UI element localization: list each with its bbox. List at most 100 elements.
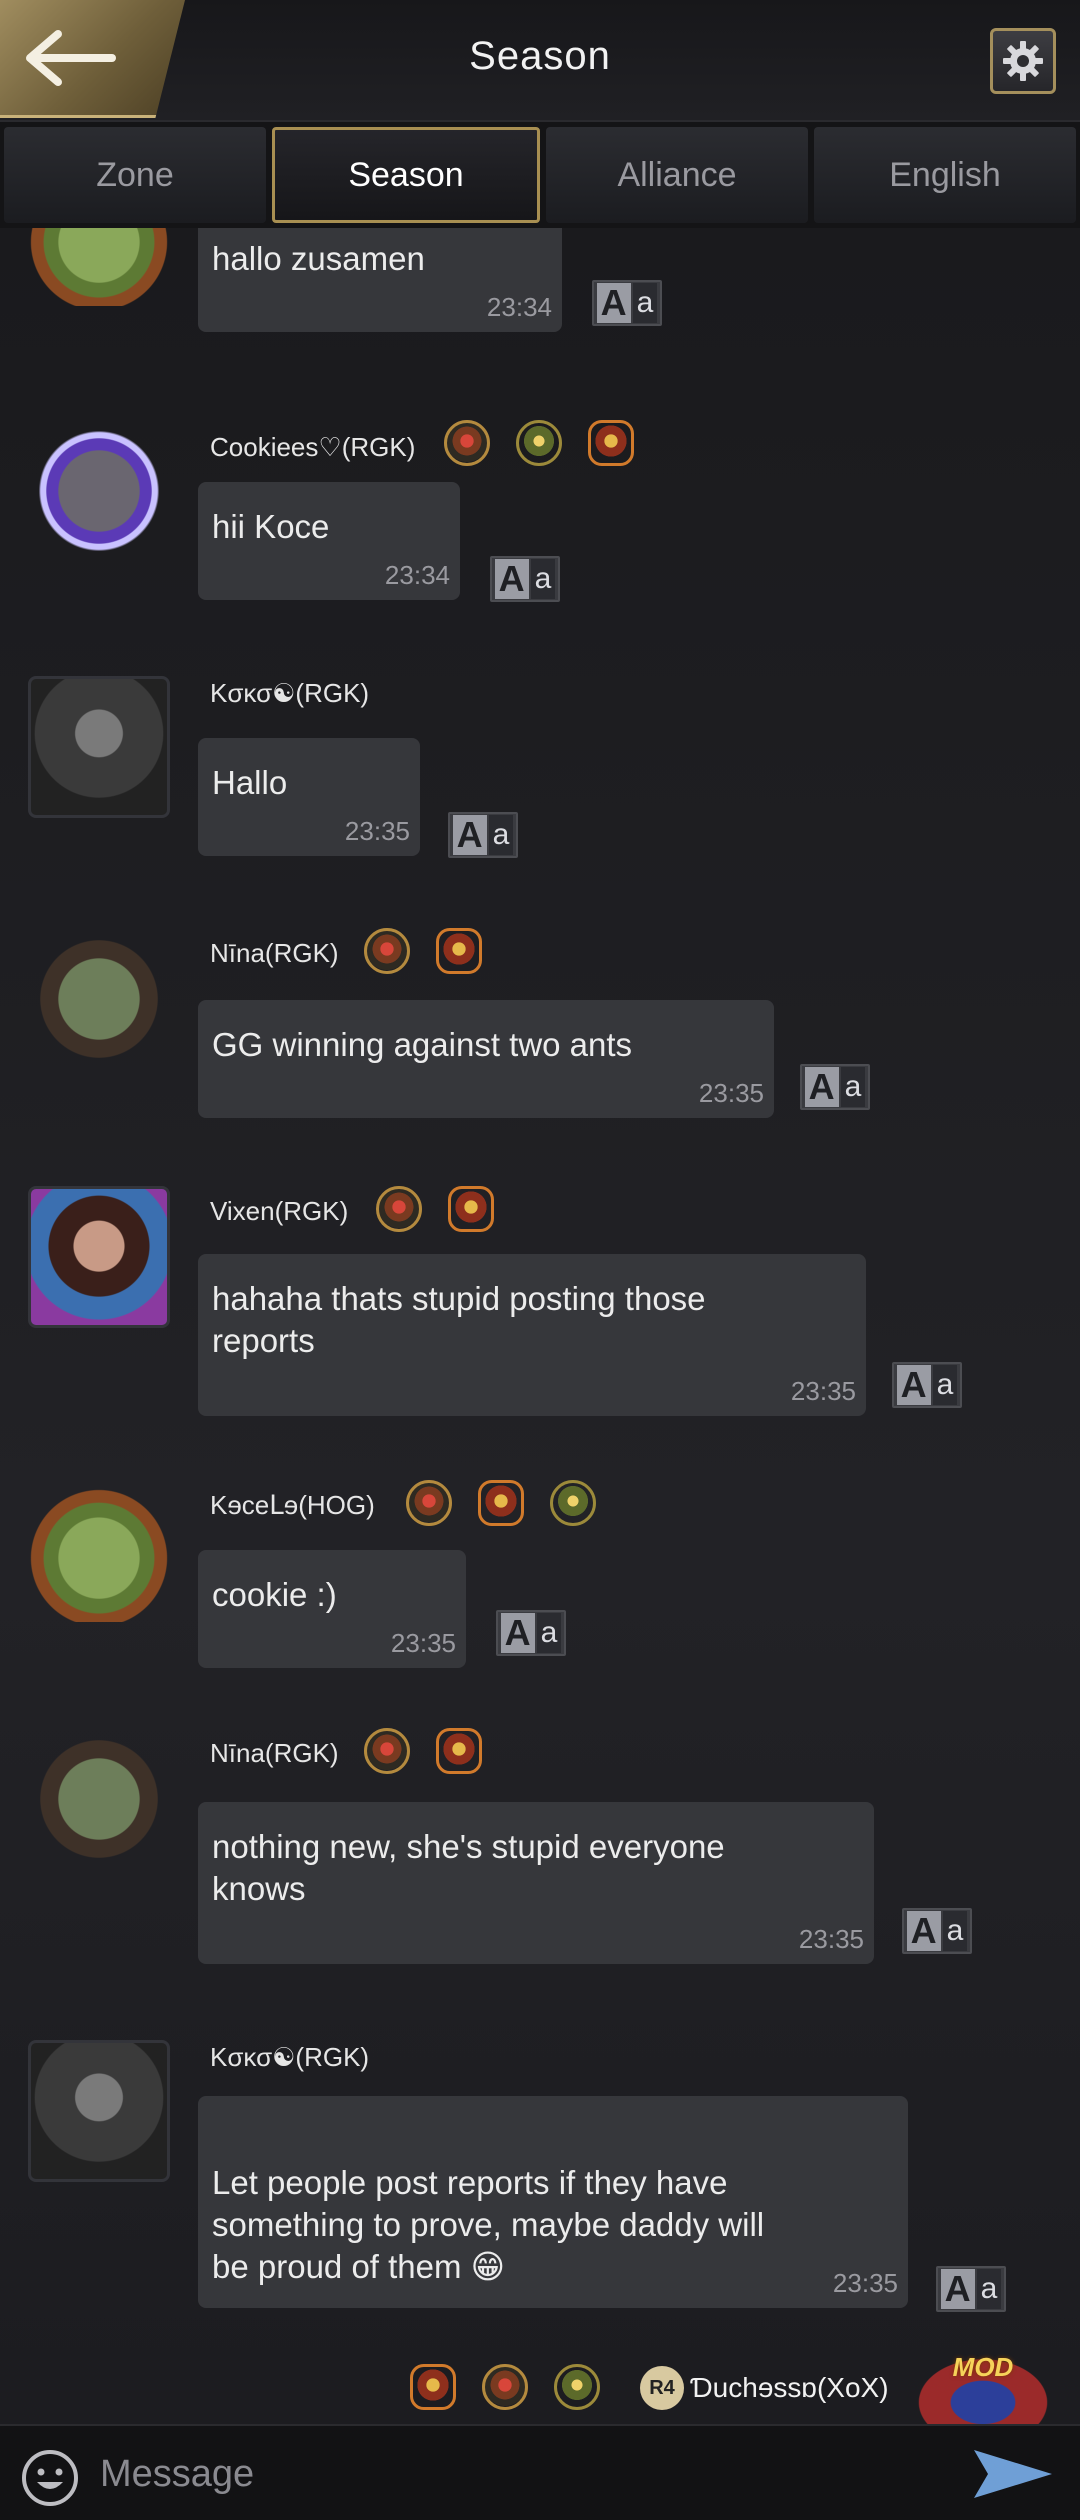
message-text: Let people post reports if they have som… bbox=[212, 2164, 765, 2285]
emoji-button[interactable] bbox=[20, 2448, 80, 2513]
message-bubble[interactable]: hahaha thats stupid posting those report… bbox=[198, 1254, 866, 1416]
medal-icon[interactable] bbox=[444, 420, 490, 466]
avatar[interactable] bbox=[28, 1480, 170, 1622]
badge-list bbox=[410, 2364, 600, 2410]
message-bubble[interactable]: hallo zusamen 23:34 bbox=[198, 228, 562, 332]
medal-icon[interactable] bbox=[482, 2364, 528, 2410]
gear-icon bbox=[1003, 41, 1043, 81]
settings-button[interactable] bbox=[990, 28, 1056, 94]
translate-icon-small: a bbox=[932, 1365, 958, 1405]
medal-icon[interactable] bbox=[406, 1480, 452, 1526]
tab-season[interactable]: Season bbox=[272, 127, 540, 223]
translate-button[interactable]: Aa bbox=[592, 280, 662, 326]
page-title: Season bbox=[469, 34, 611, 78]
translate-icon: A bbox=[906, 1911, 941, 1951]
translate-icon: A bbox=[596, 283, 631, 323]
medal-icon[interactable] bbox=[364, 928, 410, 974]
message-text: cookie :) bbox=[212, 1576, 337, 1613]
medal-icon[interactable] bbox=[448, 1186, 494, 1232]
translate-button[interactable]: Aa bbox=[936, 2266, 1006, 2312]
message-text: hallo zusamen bbox=[212, 240, 425, 277]
medal-icon[interactable] bbox=[478, 1480, 524, 1526]
smiley-icon bbox=[22, 2450, 78, 2506]
medal-icon[interactable] bbox=[436, 1728, 482, 1774]
message-bubble[interactable]: Let people post reports if they have som… bbox=[198, 2096, 908, 2308]
chat-messages[interactable]: hallo zusamen 23:34 Aa Cookiees♡(RGK) hi… bbox=[0, 228, 1080, 2424]
medal-icon[interactable] bbox=[588, 420, 634, 466]
translate-icon-small: a bbox=[632, 283, 658, 323]
badge-list bbox=[376, 1186, 494, 1232]
badge-list bbox=[444, 420, 634, 466]
top-bar: Season bbox=[0, 0, 1080, 122]
message-bubble[interactable]: cookie :) 23:35 bbox=[198, 1550, 466, 1668]
translate-icon-small: a bbox=[530, 559, 556, 599]
avatar[interactable] bbox=[28, 2040, 170, 2182]
badge-list bbox=[364, 928, 482, 974]
translate-button[interactable]: Aa bbox=[902, 1908, 972, 1954]
medal-icon[interactable] bbox=[550, 1480, 596, 1526]
medal-icon[interactable] bbox=[364, 1728, 410, 1774]
badge-list bbox=[364, 1728, 482, 1774]
medal-icon[interactable] bbox=[436, 928, 482, 974]
message-time: 23:34 bbox=[384, 560, 450, 590]
translate-icon: A bbox=[494, 559, 529, 599]
tab-alliance[interactable]: Alliance bbox=[546, 127, 808, 223]
message-input-bar bbox=[0, 2424, 1080, 2520]
rank-badge: R4 bbox=[640, 2366, 684, 2410]
translate-button[interactable]: Aa bbox=[448, 812, 518, 858]
translate-button[interactable]: Aa bbox=[496, 1610, 566, 1656]
avatar[interactable] bbox=[28, 420, 170, 562]
badge-list bbox=[406, 1480, 596, 1526]
avatar[interactable] bbox=[28, 228, 170, 306]
message-text: GG winning against two ants bbox=[212, 1026, 633, 1063]
message-time: 23:34 bbox=[486, 292, 552, 322]
username[interactable]: Vixen(RGK) bbox=[210, 1196, 348, 1227]
translate-icon-small: a bbox=[976, 2269, 1002, 2309]
translate-button[interactable]: Aa bbox=[892, 1362, 962, 1408]
message-time: 23:35 bbox=[698, 1078, 764, 1108]
translate-button[interactable]: Aa bbox=[490, 556, 560, 602]
translate-icon: A bbox=[452, 815, 487, 855]
translate-icon-small: a bbox=[488, 815, 514, 855]
message-text: nothing new, she's stupid everyone knows bbox=[212, 1828, 725, 1907]
message-bubble[interactable]: GG winning against two ants 23:35 bbox=[198, 1000, 774, 1118]
username[interactable]: Nīna(RGK) bbox=[210, 938, 339, 969]
translate-button[interactable]: Aa bbox=[800, 1064, 870, 1110]
message-input[interactable] bbox=[100, 2444, 920, 2504]
tab-english[interactable]: English bbox=[814, 127, 1076, 223]
translate-icon: A bbox=[940, 2269, 975, 2309]
send-button[interactable] bbox=[970, 2444, 1056, 2509]
channel-tabs: Zone Season Alliance English bbox=[0, 122, 1080, 228]
send-icon bbox=[974, 2450, 1052, 2498]
username[interactable]: Kɘceᒪɘ(HOG) bbox=[210, 1490, 375, 1521]
message-text: Hallo bbox=[212, 764, 288, 801]
avatar[interactable] bbox=[28, 1728, 170, 1870]
avatar[interactable] bbox=[28, 1186, 170, 1328]
medal-icon[interactable] bbox=[376, 1186, 422, 1232]
username[interactable]: Cookiees♡(RGK) bbox=[210, 432, 415, 463]
translate-icon-small: a bbox=[840, 1067, 866, 1107]
medal-icon[interactable] bbox=[516, 420, 562, 466]
message-time: 23:35 bbox=[344, 816, 410, 846]
mod-badge: MOD bbox=[908, 2352, 1058, 2424]
own-username[interactable]: Ɗuchɘssɒ(XoX) bbox=[690, 2372, 889, 2404]
message-text: hahaha thats stupid posting those report… bbox=[212, 1280, 706, 1359]
translate-icon: A bbox=[896, 1365, 931, 1405]
own-user-row: R4 Ɗuchɘssɒ(XoX) MOD bbox=[0, 2352, 1080, 2424]
translate-icon-small: a bbox=[942, 1911, 968, 1951]
medal-icon[interactable] bbox=[410, 2364, 456, 2410]
translate-icon-small: a bbox=[536, 1613, 562, 1653]
username[interactable]: Kσκσ☯(RGK) bbox=[210, 678, 369, 709]
message-time: 23:35 bbox=[390, 1628, 456, 1658]
tab-zone[interactable]: Zone bbox=[4, 127, 266, 223]
medal-icon[interactable] bbox=[554, 2364, 600, 2410]
avatar[interactable] bbox=[28, 928, 170, 1070]
username[interactable]: Nīna(RGK) bbox=[210, 1738, 339, 1769]
message-bubble[interactable]: nothing new, she's stupid everyone knows… bbox=[198, 1802, 874, 1964]
message-bubble[interactable]: hii Koce 23:34 bbox=[198, 482, 460, 600]
message-bubble[interactable]: Hallo 23:35 bbox=[198, 738, 420, 856]
translate-icon: A bbox=[500, 1613, 535, 1653]
avatar[interactable] bbox=[28, 676, 170, 818]
username[interactable]: Kσκσ☯(RGK) bbox=[210, 2042, 369, 2073]
message-time: 23:35 bbox=[790, 1376, 856, 1406]
